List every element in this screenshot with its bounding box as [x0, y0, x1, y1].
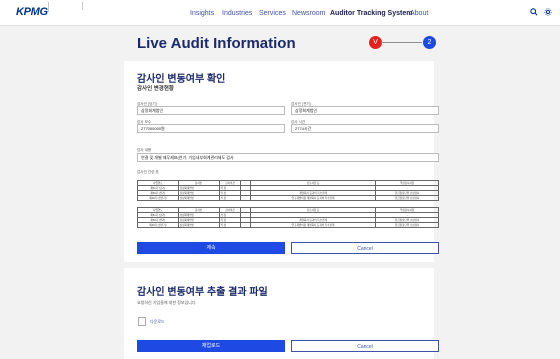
table-label: 감사인 관련 표 [137, 170, 159, 174]
auditor-history-table-2: 사업연도 감사인 감사의견 강조사항 등 핵심감사사항 제51기 (당기) 삼정… [137, 207, 439, 228]
search-icon[interactable] [529, 8, 539, 18]
previous-auditor-field[interactable]: 삼정회계법인 [291, 106, 439, 115]
reupload-button[interactable]: 재업로드 [137, 340, 285, 352]
table-cell: 제49기 (전전기) [137, 195, 179, 201]
table-cell: 적 정 [218, 195, 242, 201]
download-link[interactable]: 다운로드 [150, 319, 165, 325]
nav-item-about[interactable]: About [410, 0, 428, 26]
table-cell: 제49기 (전전기) [137, 222, 179, 228]
nav-item-insights[interactable]: Insights [190, 0, 214, 26]
kpmg-logo[interactable]: KPMG [16, 6, 48, 18]
table-cell: 삼정회계법인 [177, 195, 220, 201]
result-description: 요청하신 기업들에 대한 정보입니다. [137, 300, 197, 305]
audit-content-field[interactable]: 연결 및 개별 재무제표(연기, 기업내부회계관리제도 검사 [137, 153, 439, 162]
cancel-button[interactable]: Cancel [291, 242, 439, 254]
table-cell [240, 195, 251, 201]
logo-divider [48, 2, 49, 12]
result-cancel-button[interactable]: Cancel [291, 340, 439, 352]
nav-item-industries[interactable]: Industries [222, 0, 252, 26]
table-cell [240, 222, 251, 228]
step-connector [381, 42, 422, 43]
result-section-title: 감사인 변동여부 추출 결과 파일 [137, 287, 268, 298]
nav-item-auditor-tracking-system[interactable]: Auditor Tracking System [330, 0, 412, 26]
table-cell: 적 정 [218, 222, 242, 228]
table-cell: 현금창출단위 손상검사 [375, 195, 439, 201]
continue-button[interactable]: 계속 [137, 242, 285, 254]
current-auditor-field[interactable]: 삼정회계법인 [137, 106, 285, 115]
nav-item-services[interactable]: Services [259, 0, 286, 26]
table-cell: 현금창출단위 손상검사 [375, 222, 439, 228]
page-title: Live Audit Information [137, 35, 296, 52]
logo-divider [82, 2, 83, 10]
audit-hours-field[interactable]: 2774시간 [291, 124, 439, 133]
step-2-indicator: 2 [423, 36, 436, 49]
nav-item-newsroom[interactable]: Newsroom [292, 0, 325, 26]
table-cell: 연구개발비용 계열회사 등과의 특수관계 [249, 195, 377, 201]
top-navigation-bar: KPMG Insights Industries Services Newsro… [0, 0, 560, 26]
table-cell: 삼정회계법인 [177, 222, 220, 228]
confirm-section-subtitle: 감사인 변경현황 [137, 86, 174, 92]
table-row: 제49기 (전전기) 삼정회계법인 적 정 연구개발비용 계열회사 등과의 특수… [137, 195, 439, 201]
file-icon[interactable] [138, 317, 146, 326]
table-row: 제49기 (전전기) 삼정회계법인 적 정 연구개발비용 계열회사 등과의 특수… [137, 222, 439, 228]
audit-fee-field[interactable]: 277000000원 [137, 124, 285, 133]
auditor-history-table-1: 사업연도 감사인 감사의견 강조사항 등 핵심감사사항 제51기 (당기) 삼정… [137, 180, 439, 201]
table-cell: 연구개발비용 계열회사 등과의 특수관계 [249, 222, 377, 228]
confirm-section-title: 감사인 변동여부 확인 [137, 74, 226, 85]
settings-icon[interactable] [543, 8, 553, 18]
